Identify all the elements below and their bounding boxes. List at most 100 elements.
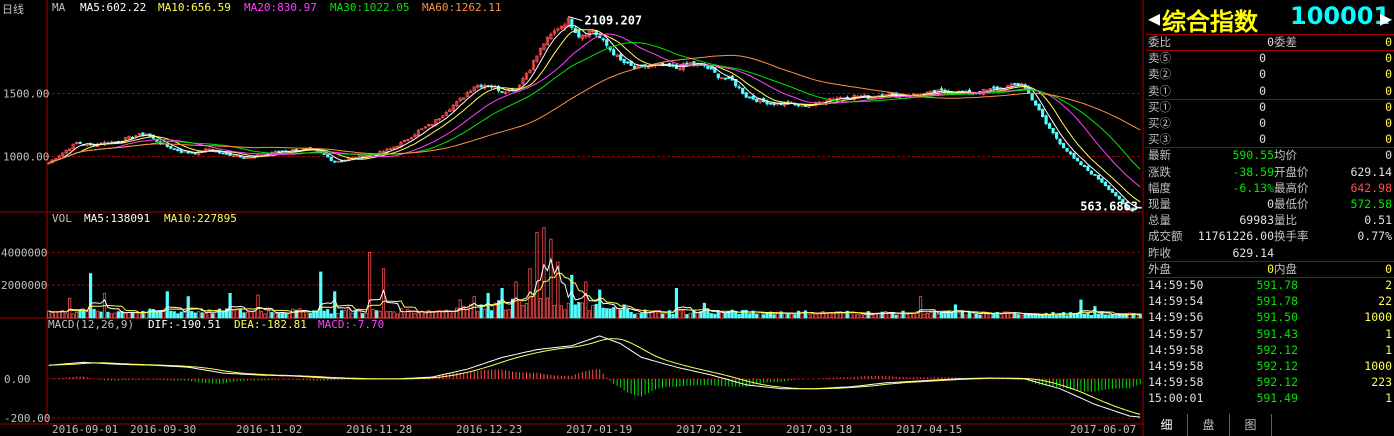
prev-arrow-icon[interactable]: ◀: [1148, 6, 1160, 30]
volume-bar: [448, 311, 452, 319]
volume-bar: [580, 302, 584, 319]
candle-body: [326, 154, 330, 158]
buy-level-row: 买① 0 0: [1146, 99, 1394, 115]
kline-chart[interactable]: 1500.00 1000.00 4000000 2000000 0.00 -200.00 日…: [0, 0, 1144, 436]
ma-legend-1: MA5:602.22: [80, 1, 146, 14]
volume-bar: [148, 308, 152, 319]
tab-book[interactable]: 盘: [1188, 414, 1230, 436]
volume-bar: [898, 313, 902, 319]
macd-label: MACD(12,26,9): [48, 318, 134, 331]
candle-body: [176, 148, 180, 152]
next-arrow-icon[interactable]: ▶: [1380, 6, 1392, 30]
date-label: 2017-04-15: [896, 423, 962, 436]
volume-bar: [1089, 315, 1094, 319]
candle-body: [685, 62, 689, 65]
candle-body: [1082, 164, 1087, 168]
kline-chart-area[interactable]: 1500.00 1000.00 4000000 2000000 0.00 -200.00 日…: [0, 0, 1144, 436]
date-label: 2016-12-23: [456, 423, 522, 436]
volume-bar: [737, 314, 741, 319]
volume-bar: [636, 313, 640, 319]
volume-bar: [685, 314, 689, 319]
tick-price: 592.12: [1256, 375, 1298, 390]
volume-bar: [782, 313, 787, 319]
volume-bar: [374, 310, 379, 319]
candle-body: [737, 86, 741, 89]
candle-body: [179, 149, 183, 153]
volume-bar: [326, 309, 330, 319]
volume-bar: [796, 310, 801, 319]
tick-time: 14:59:50: [1148, 278, 1204, 292]
macd-legend-2: DEA:-182.81: [234, 318, 307, 331]
volume-bar: [992, 313, 996, 319]
detail-tabs: 细盘图: [1146, 414, 1394, 436]
ma-legend-3: MA20:830.97: [244, 1, 317, 14]
volume-bar: [842, 312, 846, 319]
vol-label: VOL: [52, 212, 72, 225]
volume-bar: [1016, 314, 1020, 319]
tick-time: 14:59:58: [1148, 342, 1204, 357]
index-code: 100001: [1290, 2, 1391, 30]
volume-bar: [319, 271, 323, 319]
tick-qty: 1000: [1364, 359, 1392, 373]
volume-bar: [929, 312, 933, 319]
candle-body: [1013, 83, 1017, 86]
ma-legend-5: MA60:1262.11: [422, 1, 501, 14]
volume-bar: [524, 302, 529, 319]
candle-body: [1016, 82, 1020, 86]
stat-value: 11761226.00: [1197, 229, 1274, 244]
order-diff-value: 0: [1385, 35, 1392, 49]
volume-bar: [633, 313, 637, 319]
volume-bar: [378, 310, 382, 319]
sell-qty: 0: [1385, 67, 1392, 82]
volume-bar: [88, 273, 93, 319]
volume-bar: [545, 297, 550, 319]
candle-body: [329, 156, 333, 161]
volume-bar: [483, 308, 487, 319]
tick-price: 591.78: [1256, 294, 1298, 309]
volume-bar: [322, 310, 326, 319]
volume-bar: [1027, 314, 1031, 319]
volume-bar: [643, 309, 647, 319]
stat-value: 590.55: [1232, 148, 1274, 163]
tab-graph[interactable]: 图: [1230, 414, 1272, 436]
volume-bar: [932, 311, 937, 319]
volume-bar: [671, 313, 675, 319]
volume-bar: [521, 304, 525, 319]
price-tick-label: 1500.00: [3, 87, 49, 100]
volume-bar: [242, 312, 246, 319]
volume-bar: [901, 310, 905, 319]
stat-label-2: 换手率: [1274, 229, 1309, 244]
tick-qty: 1: [1385, 391, 1392, 406]
stat-value-2: 0: [1385, 148, 1392, 163]
sell-level-row: 卖⑤ 0 0: [1146, 50, 1394, 66]
candle-body: [1044, 115, 1048, 125]
volume-bar: [626, 308, 630, 319]
volume-bar: [256, 294, 260, 319]
volume-bar: [186, 296, 190, 319]
volume-bar: [406, 308, 410, 319]
candle-body: [619, 54, 623, 61]
candle-body: [242, 157, 246, 159]
volume-bar: [601, 307, 605, 319]
volume-bar: [824, 313, 829, 319]
volume-bar: [563, 309, 567, 319]
volume-bar: [831, 313, 835, 319]
order-ratio-row: 委比 0 委差 0: [1146, 34, 1394, 50]
volume-bar: [190, 311, 194, 319]
volume-bar: [605, 308, 609, 319]
volume-bar: [134, 312, 138, 319]
volume-bar: [395, 313, 400, 319]
volume-bar: [612, 307, 616, 319]
tab-detail[interactable]: 细: [1146, 414, 1188, 436]
inner-volume-label: 内盘: [1274, 261, 1297, 276]
volume-bar: [566, 302, 570, 319]
tick-row: 14:59:58 592.12 223: [1146, 374, 1394, 390]
volume-bar: [573, 304, 577, 319]
tick-time: 14:59:58: [1148, 375, 1204, 390]
volume-bar: [235, 309, 239, 319]
vol-legend-1: MA5:138091: [84, 212, 150, 225]
ma-legend-4: MA30:1022.05: [330, 1, 409, 14]
volume-bar: [974, 313, 978, 319]
candle-body: [1114, 192, 1118, 197]
candle-body: [1107, 185, 1111, 190]
